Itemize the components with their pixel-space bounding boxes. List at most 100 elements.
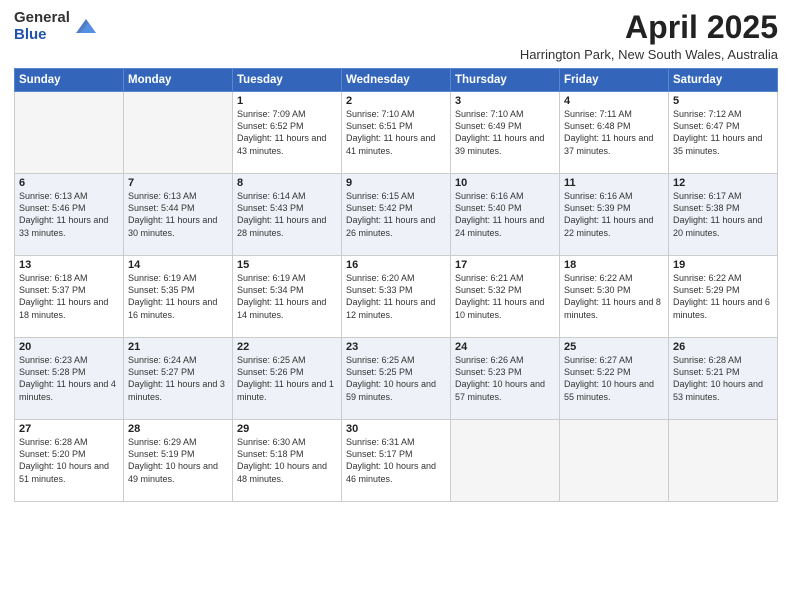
col-saturday: Saturday	[669, 69, 778, 92]
day-info: Sunrise: 6:19 AM Sunset: 5:34 PM Dayligh…	[237, 272, 337, 321]
day-number: 27	[19, 423, 119, 435]
calendar-cell: 3Sunrise: 7:10 AM Sunset: 6:49 PM Daylig…	[451, 92, 560, 174]
day-number: 25	[564, 341, 664, 353]
day-info: Sunrise: 6:29 AM Sunset: 5:19 PM Dayligh…	[128, 436, 228, 485]
calendar-cell: 19Sunrise: 6:22 AM Sunset: 5:29 PM Dayli…	[669, 256, 778, 338]
calendar-cell: 1Sunrise: 7:09 AM Sunset: 6:52 PM Daylig…	[233, 92, 342, 174]
day-number: 19	[673, 259, 773, 271]
day-info: Sunrise: 6:21 AM Sunset: 5:32 PM Dayligh…	[455, 272, 555, 321]
day-number: 12	[673, 177, 773, 189]
calendar-cell: 17Sunrise: 6:21 AM Sunset: 5:32 PM Dayli…	[451, 256, 560, 338]
logo: General Blue	[14, 10, 98, 43]
day-info: Sunrise: 6:28 AM Sunset: 5:21 PM Dayligh…	[673, 354, 773, 403]
day-number: 18	[564, 259, 664, 271]
day-number: 22	[237, 341, 337, 353]
day-info: Sunrise: 6:31 AM Sunset: 5:17 PM Dayligh…	[346, 436, 446, 485]
day-info: Sunrise: 6:14 AM Sunset: 5:43 PM Dayligh…	[237, 190, 337, 239]
day-info: Sunrise: 7:09 AM Sunset: 6:52 PM Dayligh…	[237, 108, 337, 157]
calendar-cell	[669, 420, 778, 502]
day-number: 20	[19, 341, 119, 353]
col-monday: Monday	[124, 69, 233, 92]
day-number: 3	[455, 95, 555, 107]
calendar-cell: 25Sunrise: 6:27 AM Sunset: 5:22 PM Dayli…	[560, 338, 669, 420]
col-friday: Friday	[560, 69, 669, 92]
calendar-cell: 21Sunrise: 6:24 AM Sunset: 5:27 PM Dayli…	[124, 338, 233, 420]
day-info: Sunrise: 6:20 AM Sunset: 5:33 PM Dayligh…	[346, 272, 446, 321]
calendar-cell: 2Sunrise: 7:10 AM Sunset: 6:51 PM Daylig…	[342, 92, 451, 174]
day-info: Sunrise: 6:16 AM Sunset: 5:40 PM Dayligh…	[455, 190, 555, 239]
calendar-cell: 8Sunrise: 6:14 AM Sunset: 5:43 PM Daylig…	[233, 174, 342, 256]
header: General Blue April 2025 Harrington Park,…	[14, 10, 778, 62]
day-info: Sunrise: 6:25 AM Sunset: 5:26 PM Dayligh…	[237, 354, 337, 403]
calendar-cell: 29Sunrise: 6:30 AM Sunset: 5:18 PM Dayli…	[233, 420, 342, 502]
col-thursday: Thursday	[451, 69, 560, 92]
day-number: 1	[237, 95, 337, 107]
day-number: 29	[237, 423, 337, 435]
calendar-cell: 16Sunrise: 6:20 AM Sunset: 5:33 PM Dayli…	[342, 256, 451, 338]
calendar-week-1: 1Sunrise: 7:09 AM Sunset: 6:52 PM Daylig…	[15, 92, 778, 174]
calendar-cell	[560, 420, 669, 502]
subtitle: Harrington Park, New South Wales, Austra…	[520, 47, 778, 62]
day-info: Sunrise: 7:12 AM Sunset: 6:47 PM Dayligh…	[673, 108, 773, 157]
day-number: 5	[673, 95, 773, 107]
col-tuesday: Tuesday	[233, 69, 342, 92]
title-block: April 2025 Harrington Park, New South Wa…	[520, 10, 778, 62]
calendar-cell: 23Sunrise: 6:25 AM Sunset: 5:25 PM Dayli…	[342, 338, 451, 420]
day-info: Sunrise: 6:18 AM Sunset: 5:37 PM Dayligh…	[19, 272, 119, 321]
calendar-cell: 27Sunrise: 6:28 AM Sunset: 5:20 PM Dayli…	[15, 420, 124, 502]
day-number: 26	[673, 341, 773, 353]
day-info: Sunrise: 6:30 AM Sunset: 5:18 PM Dayligh…	[237, 436, 337, 485]
day-number: 9	[346, 177, 446, 189]
calendar-cell: 12Sunrise: 6:17 AM Sunset: 5:38 PM Dayli…	[669, 174, 778, 256]
day-info: Sunrise: 6:17 AM Sunset: 5:38 PM Dayligh…	[673, 190, 773, 239]
day-info: Sunrise: 6:19 AM Sunset: 5:35 PM Dayligh…	[128, 272, 228, 321]
day-info: Sunrise: 6:22 AM Sunset: 5:30 PM Dayligh…	[564, 272, 664, 321]
calendar-cell: 28Sunrise: 6:29 AM Sunset: 5:19 PM Dayli…	[124, 420, 233, 502]
calendar-cell: 9Sunrise: 6:15 AM Sunset: 5:42 PM Daylig…	[342, 174, 451, 256]
day-number: 15	[237, 259, 337, 271]
calendar-cell: 18Sunrise: 6:22 AM Sunset: 5:30 PM Dayli…	[560, 256, 669, 338]
day-number: 7	[128, 177, 228, 189]
col-wednesday: Wednesday	[342, 69, 451, 92]
day-info: Sunrise: 6:24 AM Sunset: 5:27 PM Dayligh…	[128, 354, 228, 403]
logo-text: General Blue	[14, 10, 70, 43]
day-number: 17	[455, 259, 555, 271]
calendar-cell: 7Sunrise: 6:13 AM Sunset: 5:44 PM Daylig…	[124, 174, 233, 256]
logo-general: General	[14, 10, 70, 27]
calendar-week-4: 20Sunrise: 6:23 AM Sunset: 5:28 PM Dayli…	[15, 338, 778, 420]
calendar-cell: 13Sunrise: 6:18 AM Sunset: 5:37 PM Dayli…	[15, 256, 124, 338]
day-info: Sunrise: 6:27 AM Sunset: 5:22 PM Dayligh…	[564, 354, 664, 403]
calendar-cell: 15Sunrise: 6:19 AM Sunset: 5:34 PM Dayli…	[233, 256, 342, 338]
day-number: 2	[346, 95, 446, 107]
day-info: Sunrise: 6:23 AM Sunset: 5:28 PM Dayligh…	[19, 354, 119, 403]
calendar-cell	[124, 92, 233, 174]
day-info: Sunrise: 6:13 AM Sunset: 5:44 PM Dayligh…	[128, 190, 228, 239]
day-number: 8	[237, 177, 337, 189]
day-info: Sunrise: 7:11 AM Sunset: 6:48 PM Dayligh…	[564, 108, 664, 157]
month-title: April 2025	[520, 10, 778, 45]
calendar-cell	[15, 92, 124, 174]
day-number: 11	[564, 177, 664, 189]
calendar-cell: 6Sunrise: 6:13 AM Sunset: 5:46 PM Daylig…	[15, 174, 124, 256]
day-number: 16	[346, 259, 446, 271]
day-number: 23	[346, 341, 446, 353]
calendar-cell: 30Sunrise: 6:31 AM Sunset: 5:17 PM Dayli…	[342, 420, 451, 502]
day-number: 10	[455, 177, 555, 189]
calendar-page: General Blue April 2025 Harrington Park,…	[0, 0, 792, 612]
day-number: 14	[128, 259, 228, 271]
calendar-week-5: 27Sunrise: 6:28 AM Sunset: 5:20 PM Dayli…	[15, 420, 778, 502]
calendar-cell: 4Sunrise: 7:11 AM Sunset: 6:48 PM Daylig…	[560, 92, 669, 174]
day-number: 28	[128, 423, 228, 435]
calendar-cell: 10Sunrise: 6:16 AM Sunset: 5:40 PM Dayli…	[451, 174, 560, 256]
day-info: Sunrise: 6:16 AM Sunset: 5:39 PM Dayligh…	[564, 190, 664, 239]
day-number: 24	[455, 341, 555, 353]
day-info: Sunrise: 6:13 AM Sunset: 5:46 PM Dayligh…	[19, 190, 119, 239]
day-number: 6	[19, 177, 119, 189]
day-info: Sunrise: 6:15 AM Sunset: 5:42 PM Dayligh…	[346, 190, 446, 239]
col-sunday: Sunday	[15, 69, 124, 92]
day-number: 30	[346, 423, 446, 435]
calendar-cell: 14Sunrise: 6:19 AM Sunset: 5:35 PM Dayli…	[124, 256, 233, 338]
day-number: 4	[564, 95, 664, 107]
day-info: Sunrise: 6:22 AM Sunset: 5:29 PM Dayligh…	[673, 272, 773, 321]
logo-icon	[74, 15, 98, 39]
